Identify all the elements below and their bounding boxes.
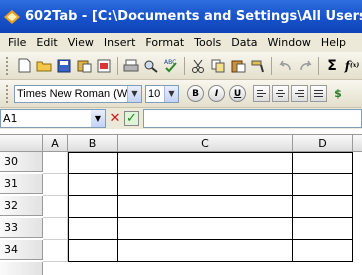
cell-reference: A1 (3, 112, 18, 125)
row-header[interactable]: 31 (0, 174, 43, 194)
spellcheck-icon[interactable]: ABC (161, 56, 181, 76)
sum-icon[interactable]: Σ (322, 56, 342, 76)
formula-bar: A1 ▼ ✕ ✓ (0, 108, 362, 129)
cell[interactable] (43, 196, 68, 218)
underline-button[interactable]: U (229, 85, 246, 102)
chevron-down-icon[interactable]: ▼ (164, 85, 178, 102)
align-right-icon[interactable] (291, 85, 308, 102)
title-bar: 602Tab - [C:\Documents and Settings\All … (0, 0, 362, 33)
cell[interactable] (118, 174, 293, 196)
row-header[interactable]: 34 (0, 240, 43, 260)
font-name-value: Times New Roman (Westerr (17, 87, 127, 100)
menu-window[interactable]: Window (263, 36, 316, 49)
menu-view[interactable]: View (63, 36, 99, 49)
export-icon[interactable] (94, 56, 114, 76)
currency-icon[interactable]: $ (328, 84, 348, 104)
cell[interactable] (293, 196, 353, 218)
toolbar-separator (318, 56, 319, 75)
chevron-down-icon[interactable]: ▼ (127, 85, 141, 102)
cell[interactable] (293, 218, 353, 240)
cell[interactable] (118, 196, 293, 218)
cell[interactable] (43, 174, 68, 196)
cell[interactable] (293, 240, 353, 262)
menu-help[interactable]: Help (316, 36, 351, 49)
column-header-e[interactable] (353, 135, 362, 152)
column-header-b[interactable]: B (68, 135, 118, 152)
menu-edit[interactable]: Edit (31, 36, 62, 49)
cell[interactable] (68, 152, 118, 174)
toolbar-separator (271, 56, 272, 75)
row-header[interactable] (0, 262, 43, 275)
column-header-a[interactable]: A (43, 135, 68, 152)
cell[interactable] (68, 240, 118, 262)
italic-button[interactable]: I (208, 85, 225, 102)
standard-toolbar: ABC Σ f (x) (0, 52, 362, 80)
formula-input[interactable] (143, 109, 362, 128)
cancel-icon[interactable]: ✕ (108, 111, 122, 126)
cell[interactable] (43, 152, 68, 174)
cell[interactable] (43, 240, 68, 262)
row-header[interactable]: 30 (0, 152, 43, 172)
column-header-d[interactable]: D (293, 135, 353, 152)
align-left-icon[interactable] (253, 85, 270, 102)
font-name-select[interactable]: Times New Roman (Westerr ▼ (14, 84, 142, 103)
cell[interactable] (43, 218, 68, 240)
row-header[interactable]: 33 (0, 218, 43, 238)
bold-button[interactable]: B (187, 85, 204, 102)
save-icon[interactable] (54, 56, 74, 76)
window-title: 602Tab - [C:\Documents and Settings\All … (25, 9, 362, 24)
formatting-toolbar: Times New Roman (Westerr ▼ 10 ▼ B I U $ (0, 80, 362, 108)
toolbar-grip[interactable] (6, 56, 10, 75)
print-preview-icon[interactable] (141, 56, 161, 76)
name-box[interactable]: A1 ▼ (0, 109, 106, 128)
cell[interactable] (68, 196, 118, 218)
app-icon (4, 9, 20, 24)
cell[interactable] (68, 174, 118, 196)
cell[interactable] (118, 240, 293, 262)
cell[interactable] (293, 152, 353, 174)
paste-icon[interactable] (228, 56, 248, 76)
align-center-icon[interactable] (272, 85, 289, 102)
cell[interactable] (68, 218, 118, 240)
spreadsheet-grid: A B C D 30 31 32 33 34 (0, 135, 362, 275)
menu-format[interactable]: Format (140, 36, 189, 49)
toolbar-grip[interactable] (6, 84, 10, 103)
menu-file[interactable]: File (3, 36, 31, 49)
cut-icon[interactable] (188, 56, 208, 76)
cell[interactable] (118, 218, 293, 240)
font-size-select[interactable]: 10 ▼ (145, 84, 179, 103)
new-document-icon[interactable] (14, 56, 34, 76)
print-icon[interactable] (121, 56, 141, 76)
row-header[interactable]: 32 (0, 196, 43, 216)
merge-cells-icon[interactable] (310, 85, 327, 102)
select-all-corner[interactable] (0, 135, 43, 152)
function-icon[interactable]: f (x) (342, 56, 362, 76)
cell[interactable] (293, 174, 353, 196)
column-header-c[interactable]: C (118, 135, 293, 152)
copy-icon[interactable] (208, 56, 228, 76)
save-as-icon[interactable] (74, 56, 94, 76)
undo-icon[interactable] (275, 56, 295, 76)
redo-icon[interactable] (295, 56, 315, 76)
chevron-down-icon[interactable]: ▼ (91, 110, 105, 127)
toolbar-separator (117, 56, 118, 75)
menu-data[interactable]: Data (226, 36, 262, 49)
font-size-value: 10 (148, 87, 161, 100)
format-painter-icon[interactable] (248, 56, 268, 76)
cell[interactable] (118, 152, 293, 174)
menu-insert[interactable]: Insert (99, 36, 141, 49)
menu-bar: File Edit View Insert Format Tools Data … (0, 33, 362, 52)
accept-icon[interactable]: ✓ (124, 111, 139, 126)
menu-tools[interactable]: Tools (189, 36, 226, 49)
open-folder-icon[interactable] (34, 56, 54, 76)
toolbar-separator (184, 56, 185, 75)
